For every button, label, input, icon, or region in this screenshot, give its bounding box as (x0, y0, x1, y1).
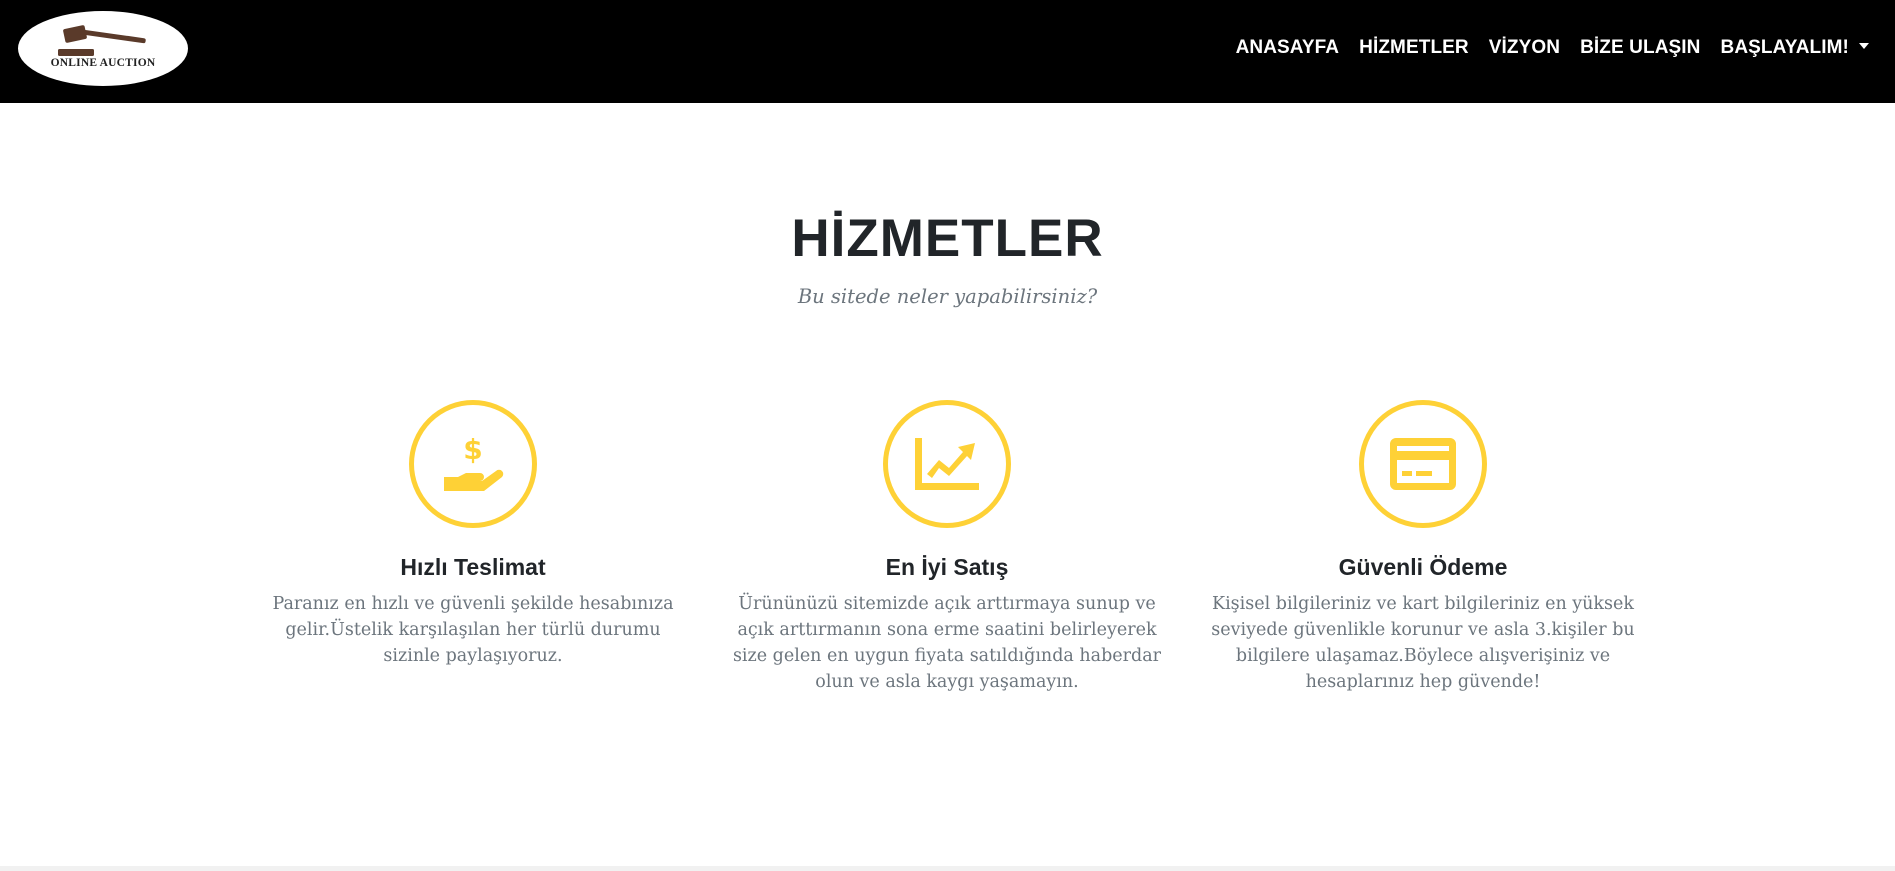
service-icon-circle (883, 400, 1011, 528)
service-icon-circle: $ (409, 400, 537, 528)
nav-menu: ANASAYFA HİZMETLER VİZYON BİZE ULAŞIN BA… (1216, 36, 1869, 60)
navbar: ONLINE AUCTION ANASAYFA HİZMETLER VİZYON… (0, 0, 1895, 103)
service-card-best-sale: En İyi Satış Ürününüzü sitemizde açık ar… (732, 400, 1162, 695)
service-description: Ürününüzü sitemizde açık arttırmaya sunu… (732, 594, 1162, 692)
chart-line-icon (915, 438, 979, 490)
credit-card-icon (1390, 438, 1456, 490)
nav-item-bize-ulasin[interactable]: BİZE ULAŞIN (1580, 37, 1700, 59)
page-bottom-divider (0, 866, 1895, 871)
service-icon-circle (1359, 400, 1487, 528)
service-card-fast-delivery: $ Hızlı Teslimat Paranız en hızlı ve güv… (258, 400, 688, 669)
service-title: Güvenli Ödeme (1338, 554, 1508, 580)
nav-item-hizmetler[interactable]: HİZMETLER (1359, 37, 1469, 59)
svg-text:$: $ (463, 433, 482, 466)
service-title: En İyi Satış (885, 554, 1009, 580)
nav-item-vizyon[interactable]: VİZYON (1489, 37, 1560, 59)
section-title: HİZMETLER (791, 209, 1104, 268)
service-description: Paranız en hızlı ve güvenli şekilde hesa… (272, 594, 674, 666)
caret-down-icon (1859, 42, 1869, 49)
gavel-icon (58, 25, 146, 56)
nav-item-baslayalim-label: BAŞLAYALIM! (1720, 37, 1849, 58)
nav-item-baslayalim-dropdown[interactable]: BAŞLAYALIM! (1720, 37, 1869, 59)
nav-item-anasayfa[interactable]: ANASAYFA (1236, 37, 1340, 59)
section-subtitle: Bu sitede neler yapabilirsiniz? (797, 285, 1098, 308)
service-description: Kişisel bilgileriniz ve kart bilgilerini… (1211, 594, 1635, 692)
service-title: Hızlı Teslimat (400, 554, 546, 580)
service-card-secure-payment: Güvenli Ödeme Kişisel bilgileriniz ve ka… (1208, 400, 1638, 695)
hand-holding-dollar-icon: $ (444, 433, 504, 491)
logo-text: ONLINE AUCTION (50, 57, 156, 69)
brand-logo[interactable]: ONLINE AUCTION (18, 11, 188, 86)
